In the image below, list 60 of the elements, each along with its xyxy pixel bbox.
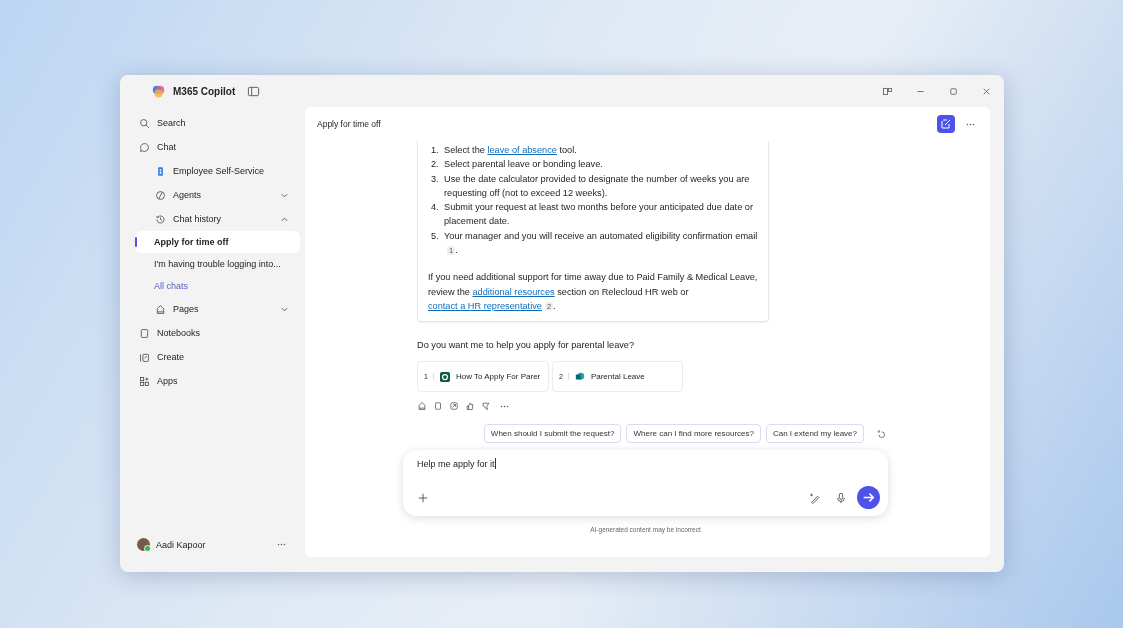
chat-icon	[139, 141, 150, 153]
history-icon	[155, 213, 166, 225]
link[interactable]: contact a HR representative	[428, 300, 542, 311]
search-icon	[139, 117, 150, 129]
step-text: Select the leave of absence tool.	[444, 144, 577, 157]
step-number: 4.	[431, 201, 440, 215]
sidebar-item[interactable]: Apps	[135, 369, 305, 393]
sidebar-item[interactable]: Create	[135, 345, 305, 369]
pages-icon[interactable]	[417, 401, 427, 412]
pages-icon	[155, 303, 166, 315]
all-chats-link[interactable]: All chats	[135, 275, 300, 297]
sidebar-item[interactable]: Notebooks	[135, 321, 305, 345]
step-text: Use the date calculator provided to designate the number of weeks you are requesting off (not to exceed 12 weeks).	[444, 172, 751, 200]
sidebar-item[interactable]: Pages	[135, 297, 305, 321]
sidebar-item[interactable]: Employee Self-Service	[135, 159, 305, 183]
share-icon[interactable]	[449, 401, 459, 412]
agent-icon	[155, 165, 166, 177]
apps-icon	[139, 375, 150, 387]
message-input-field[interactable]: Help me apply for it	[403, 450, 888, 517]
link[interactable]: additional resources	[472, 286, 555, 297]
avatar-icon	[137, 538, 150, 551]
create-icon	[139, 351, 150, 363]
copy-icon[interactable]	[433, 401, 443, 412]
snap-icon[interactable]	[882, 85, 893, 97]
recent-chat-item[interactable]: Apply for time off	[135, 231, 300, 253]
microphone-icon[interactable]	[835, 491, 847, 504]
maximize-icon[interactable]	[948, 85, 959, 97]
suggestion-chip[interactable]: When should I submit the request?	[483, 424, 622, 444]
step-text: Select parental leave or bonding leave.	[444, 158, 603, 172]
recent-chat-item[interactable]: I'm having trouble logging into...	[135, 253, 300, 275]
app-title: M365 Copilot	[173, 85, 236, 97]
new-chat-icon[interactable]	[937, 115, 955, 133]
chat-title: Apply for time off	[317, 119, 381, 129]
sidebar-toggle-icon[interactable]	[247, 84, 261, 98]
sidebar-item[interactable]: Search	[135, 111, 305, 135]
user-name: Aadi Kapoor	[156, 539, 207, 550]
sparkle-refresh-icon[interactable]	[876, 428, 886, 439]
step-number: 2.	[431, 158, 440, 172]
copilot-logo-icon	[152, 84, 165, 98]
send-button[interactable]	[857, 486, 880, 510]
agents-icon	[155, 189, 166, 201]
document-icon	[439, 371, 450, 382]
magic-pen-icon[interactable]	[809, 491, 821, 504]
step-number: 1.	[431, 144, 440, 157]
thumbs-up-icon[interactable]	[465, 401, 475, 412]
notebooks-icon	[139, 327, 150, 339]
plus-icon[interactable]	[417, 491, 429, 504]
link[interactable]: leave of absence	[487, 145, 557, 155]
suggestion-chip[interactable]: Where can I find more resources?	[626, 424, 761, 444]
sidebar-item[interactable]: Chat history	[135, 207, 305, 231]
question-text: Do you want me to help you apply for parental leave?	[417, 340, 636, 351]
input-value: Help me apply for it	[417, 458, 495, 469]
suggestion-chip[interactable]: Can I extend my leave?	[765, 424, 864, 444]
sidebar-item[interactable]: Agents	[135, 183, 305, 207]
thumbs-down-icon[interactable]	[481, 401, 491, 412]
step-number: 3.	[431, 172, 440, 186]
site-icon	[574, 371, 585, 382]
step-number: 5.	[431, 229, 440, 243]
sidebar-item[interactable]: Chat	[135, 135, 305, 159]
step-text: Submit your request at least two months before your anticipated due date or placement date.	[444, 201, 754, 229]
